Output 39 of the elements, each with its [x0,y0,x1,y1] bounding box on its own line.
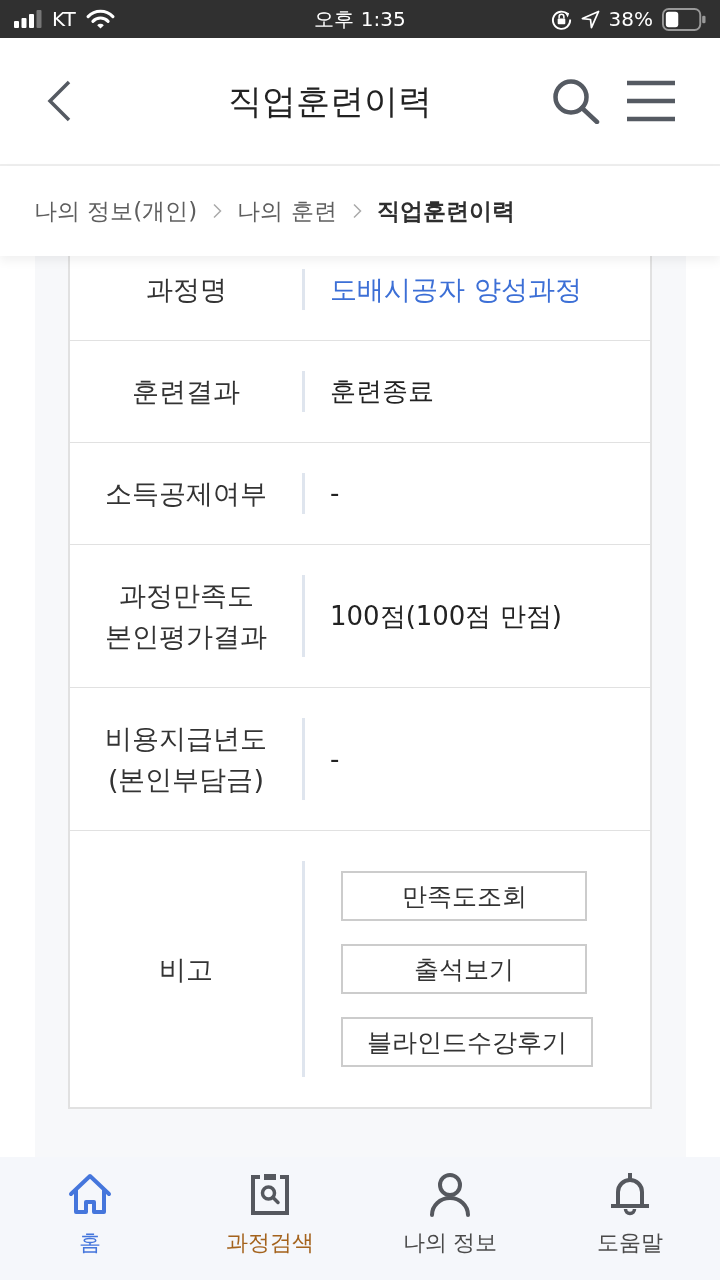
field-label: 과정만족도 본인평가결과 [104,579,268,654]
page-title: 직업훈련이력 [227,80,433,123]
field-label: 소득공제여부 [104,477,268,511]
field-value: 100점(100점 만점) [330,599,562,633]
carrier-name: KT [52,7,76,31]
field-value: 훈련종료 [330,375,434,408]
action-button[interactable]: 만족도조회 [341,871,587,921]
field-value: - [330,477,340,510]
chevron-icon [212,203,223,219]
battery-icon [662,7,706,31]
rotation-lock-icon [550,8,572,30]
wifi-icon [85,9,115,29]
field-value: - [330,742,340,776]
action-button[interactable]: 출석보기 [341,944,587,994]
nav-tab[interactable]: 과정검색 [226,1157,314,1257]
battery-percent: 38% [608,7,653,31]
person-icon [427,1171,473,1217]
signal-icon [14,10,42,28]
menu-icon [626,80,676,122]
field-label: 과정명 [144,273,228,307]
location-arrow-icon [580,9,600,29]
action-button[interactable]: 블라인드수강후기 [341,1017,593,1067]
nav-tab[interactable]: 도움말 [597,1157,663,1257]
breadcrumb-link[interactable]: 나의 훈련 [237,196,337,226]
chevron-icon [351,203,362,219]
nav-tab[interactable]: 홈 [67,1157,113,1257]
field-label: 훈련결과 [131,375,241,409]
search-button[interactable] [550,76,602,126]
status-time: 오후 1:35 [314,7,406,31]
home-icon [67,1171,113,1217]
breadcrumb-link[interactable]: 직업훈련이력 [376,196,515,226]
field-label: 비고 [158,952,214,987]
search-icon [552,78,600,124]
field-label: 비용지급년도 (본인부담금) [104,722,268,797]
menu-button[interactable] [624,78,678,124]
back-chevron-icon [46,80,72,122]
breadcrumb-link[interactable]: 나의 정보(개인) [34,196,198,226]
nav-tab[interactable]: 나의 정보 [402,1157,498,1257]
course-link[interactable]: 도배시공자 양성과정 [330,269,582,310]
